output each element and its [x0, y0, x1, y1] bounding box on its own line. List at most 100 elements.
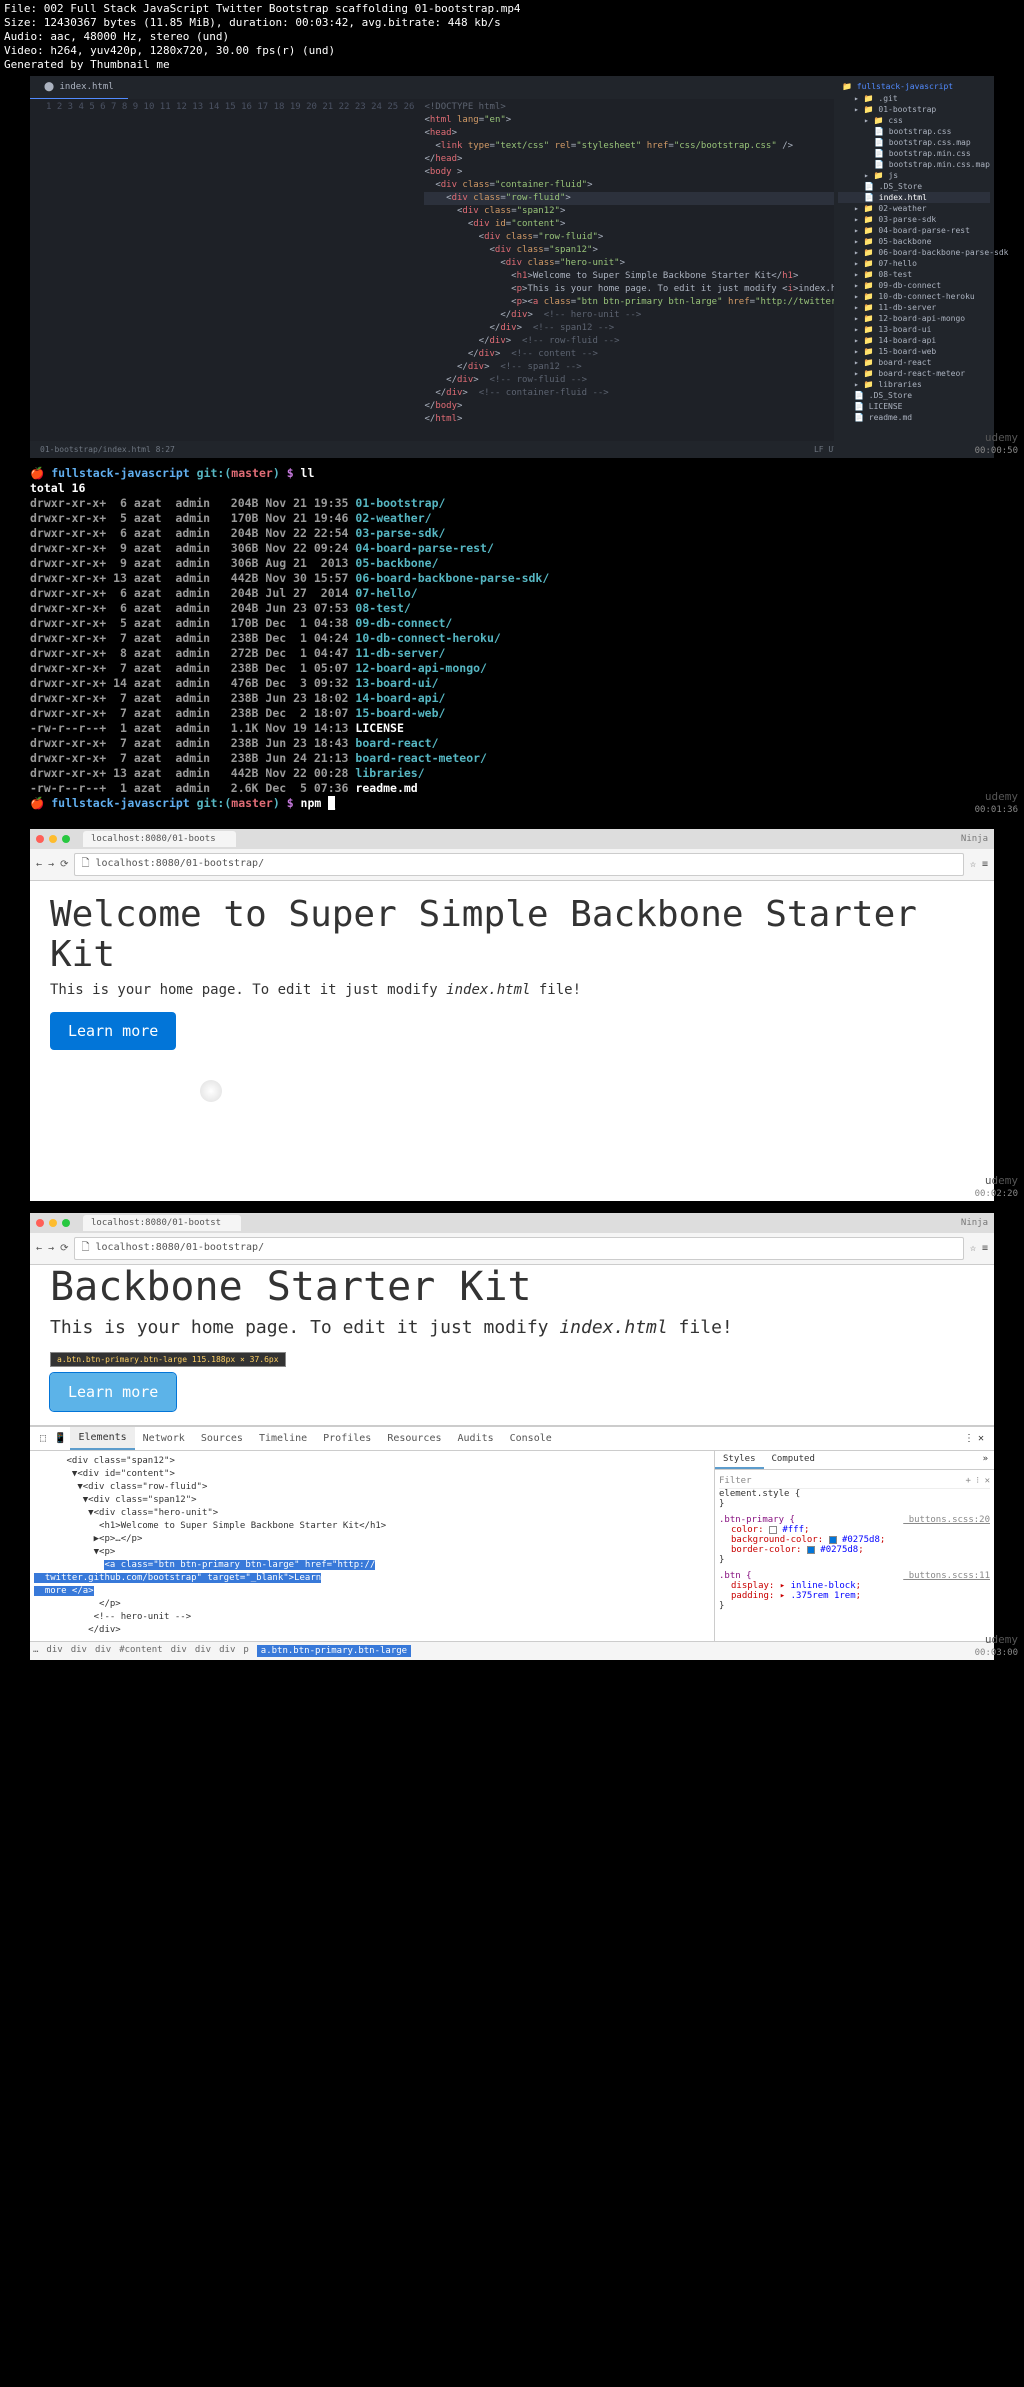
devtools-tab-resources[interactable]: Resources — [379, 1428, 449, 1449]
breadcrumb-item[interactable]: p — [243, 1645, 248, 1657]
tree-folder[interactable]: ▸ 📁 01-bootstrap — [838, 104, 990, 115]
tree-folder[interactable]: ▸ 📁 css — [838, 115, 990, 126]
learn-more-button-inspected[interactable]: Learn more — [50, 1373, 176, 1411]
page-heading-clipped: Backbone Starter Kit — [50, 1265, 974, 1309]
frame-timestamp-2: 00:01:36 — [975, 805, 1018, 815]
breadcrumb-item[interactable]: div — [195, 1645, 211, 1657]
editor-tab-index[interactable]: ⬤ index.html — [30, 76, 128, 99]
menu-icon[interactable]: ≡ — [982, 1243, 988, 1254]
minimize-icon[interactable] — [49, 1219, 57, 1227]
devtools-tab-network[interactable]: Network — [135, 1428, 193, 1449]
page-subtext: This is your home page. To edit it just … — [50, 1317, 974, 1338]
device-icon[interactable]: 📱 — [50, 1429, 70, 1448]
tree-file[interactable]: 📄 bootstrap.min.css.map — [838, 159, 990, 170]
code-editor: ⬤ index.html 1 2 3 4 5 6 7 8 9 10 11 12 … — [30, 76, 994, 458]
star-icon[interactable]: ☆ — [970, 859, 976, 870]
video-metadata: File: 002 Full Stack JavaScript Twitter … — [0, 0, 1024, 74]
devtools-tab-sources[interactable]: Sources — [193, 1428, 251, 1449]
tree-file[interactable]: 📄 .DS_Store — [838, 390, 990, 401]
tree-folder[interactable]: ▸ 📁 08-test — [838, 269, 990, 280]
close-icon[interactable] — [36, 1219, 44, 1227]
inspector-tooltip: a.btn.btn-primary.btn-large 115.188px × … — [50, 1352, 286, 1367]
tree-folder[interactable]: ▸ 📁 07-hello — [838, 258, 990, 269]
reload-icon[interactable]: ⟳ — [60, 1243, 68, 1254]
window-controls[interactable]: localhost:8080/01-boots Ninja — [30, 829, 994, 849]
styles-tab-styles[interactable]: Styles — [715, 1451, 764, 1469]
devtools-tab-audits[interactable]: Audits — [450, 1428, 502, 1449]
back-icon[interactable]: ← — [36, 859, 42, 870]
devtools-close-icon[interactable]: ✕ — [974, 1429, 988, 1448]
devtools-tab-timeline[interactable]: Timeline — [251, 1428, 315, 1449]
breadcrumb-item[interactable]: div — [46, 1645, 62, 1657]
tree-folder[interactable]: ▸ 📁 libraries — [838, 379, 990, 390]
tree-file[interactable]: 📄 .DS_Store — [838, 181, 990, 192]
browser-tab[interactable]: localhost:8080/01-boots — [83, 831, 236, 847]
breadcrumb-item[interactable]: … — [33, 1645, 38, 1657]
browser-window-1: localhost:8080/01-boots Ninja ← → ⟳ 🗋 lo… — [30, 829, 994, 1201]
cursor-icon — [200, 1080, 222, 1102]
tree-folder[interactable]: ▸ 📁 04-board-parse-rest — [838, 225, 990, 236]
maximize-icon[interactable] — [62, 1219, 70, 1227]
tree-folder[interactable]: ▸ 📁 10-db-connect-heroku — [838, 291, 990, 302]
tree-file[interactable]: 📄 bootstrap.min.css — [838, 148, 990, 159]
breadcrumb-item[interactable]: div — [219, 1645, 235, 1657]
learn-more-button[interactable]: Learn more — [50, 1012, 176, 1050]
breadcrumb-item[interactable]: div — [95, 1645, 111, 1657]
tree-folder[interactable]: ▸ 📁 15-board-web — [838, 346, 990, 357]
tree-folder[interactable]: ▸ 📁 05-backbone — [838, 236, 990, 247]
tree-folder[interactable]: ▸ 📁 14-board-api — [838, 335, 990, 346]
tree-folder[interactable]: ▸ 📁 03-parse-sdk — [838, 214, 990, 225]
tree-file[interactable]: 📄 LICENSE — [838, 401, 990, 412]
tree-file[interactable]: 📄 index.html — [838, 192, 990, 203]
breadcrumb-item[interactable]: #content — [119, 1645, 162, 1657]
frame-timestamp-1: 00:00:50 — [975, 446, 1018, 456]
tree-file[interactable]: 📄 bootstrap.css — [838, 126, 990, 137]
breadcrumb-item[interactable]: div — [71, 1645, 87, 1657]
back-icon[interactable]: ← — [36, 1243, 42, 1254]
address-bar[interactable]: 🗋 localhost:8080/01-bootstrap/ — [74, 1237, 963, 1260]
tree-folder[interactable]: ▸ 📁 06-board-backbone-parse-sdk — [838, 247, 990, 258]
frame-timestamp-4: 00:03:00 — [975, 1648, 1018, 1658]
elements-tree[interactable]: <div class="span12"> ▼<div id="content">… — [30, 1451, 714, 1641]
terminal[interactable]: 🍎 fullstack-javascript git:(master) $ ll… — [0, 460, 1024, 817]
address-bar[interactable]: 🗋 localhost:8080/01-bootstrap/ — [74, 853, 963, 876]
tree-folder[interactable]: ▸ 📁 13-board-ui — [838, 324, 990, 335]
breadcrumb-item[interactable]: div — [171, 1645, 187, 1657]
breadcrumb-item[interactable]: a.btn.btn-primary.btn-large — [257, 1645, 411, 1657]
forward-icon[interactable]: → — [48, 1243, 54, 1254]
udemy-watermark: udemy — [985, 1174, 1018, 1187]
tree-file[interactable]: 📄 bootstrap.css.map — [838, 137, 990, 148]
star-icon[interactable]: ☆ — [970, 1243, 976, 1254]
styles-tab-computed[interactable]: Computed — [764, 1451, 823, 1469]
devtools-tab-console[interactable]: Console — [502, 1428, 560, 1449]
devtools[interactable]: ⬚ 📱 ElementsNetworkSourcesTimelineProfil… — [30, 1425, 994, 1660]
devtools-tab-elements[interactable]: Elements — [70, 1427, 134, 1450]
tree-folder[interactable]: ▸ 📁 02-weather — [838, 203, 990, 214]
tree-folder[interactable]: ▸ 📁 board-react-meteor — [838, 368, 990, 379]
close-icon[interactable] — [36, 835, 44, 843]
udemy-watermark: udemy — [985, 431, 1018, 444]
reload-icon[interactable]: ⟳ — [60, 859, 68, 870]
tree-file[interactable]: 📄 readme.md — [838, 412, 990, 423]
window-controls[interactable]: localhost:8080/01-bootst Ninja — [30, 1213, 994, 1233]
minimize-icon[interactable] — [49, 835, 57, 843]
udemy-watermark: udemy — [985, 790, 1018, 803]
tree-folder[interactable]: ▸ 📁 12-board-api-mongo — [838, 313, 990, 324]
devtools-tab-profiles[interactable]: Profiles — [315, 1428, 379, 1449]
dom-breadcrumb[interactable]: …divdivdiv#contentdivdivdivpa.btn.btn-pr… — [30, 1641, 994, 1660]
frame-timestamp-3: 00:02:20 — [975, 1189, 1018, 1199]
tree-folder[interactable]: ▸ 📁 11-db-server — [838, 302, 990, 313]
tree-folder[interactable]: ▸ 📁 js — [838, 170, 990, 181]
forward-icon[interactable]: → — [48, 859, 54, 870]
styles-pane[interactable]: StylesComputed» Filter + ⁝ ✕ element.sty… — [714, 1451, 994, 1641]
page-heading: Welcome to Super Simple Backbone Starter… — [50, 895, 974, 974]
tree-folder[interactable]: ▸ 📁 board-react — [838, 357, 990, 368]
devtools-menu-icon[interactable]: ⋮ — [964, 1433, 974, 1444]
tree-folder[interactable]: ▸ 📁 .git — [838, 93, 990, 104]
menu-icon[interactable]: ≡ — [982, 859, 988, 870]
file-tree[interactable]: 📁 fullstack-javascript ▸ 📁 .git▸ 📁 01-bo… — [834, 76, 994, 458]
browser-tab[interactable]: localhost:8080/01-bootst — [83, 1215, 241, 1231]
inspect-icon[interactable]: ⬚ — [36, 1429, 50, 1448]
maximize-icon[interactable] — [62, 835, 70, 843]
tree-folder[interactable]: ▸ 📁 09-db-connect — [838, 280, 990, 291]
